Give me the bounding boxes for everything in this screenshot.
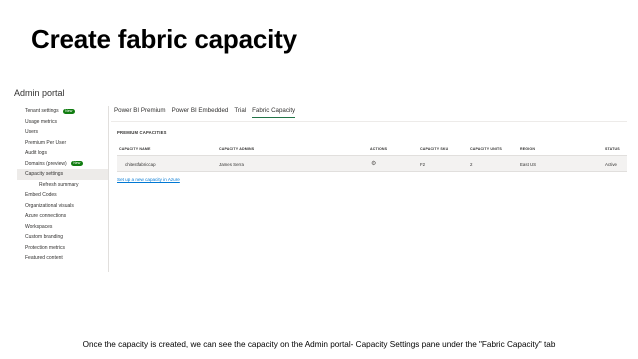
sidebar-item-label: Custom branding	[25, 234, 64, 241]
portal-title: Admin portal	[14, 88, 65, 98]
column-header-capacity-admins[interactable]: CAPACITY ADMINS	[219, 147, 254, 151]
sidebar-item-label: Protection metrics	[25, 244, 66, 251]
sidebar-item-azure-connections[interactable]: Azure connections	[17, 211, 108, 222]
sidebar-item-label: Refresh summary	[39, 181, 79, 188]
column-header-capacity-name[interactable]: CAPACITY NAME	[119, 147, 151, 151]
sidebar-item-label: Domains (preview)	[25, 160, 67, 167]
column-header-actions: ACTIONS	[370, 147, 388, 151]
capacity-units-cell: 2	[470, 162, 473, 167]
slide-caption: Once the capacity is created, we can see…	[82, 340, 556, 349]
sidebar-item-label: Premium Per User	[25, 139, 67, 146]
sidebar-item-label: Usage metrics	[25, 118, 57, 125]
column-header-capacity-units[interactable]: CAPACITY UNITS	[470, 147, 502, 151]
admin-portal-screenshot: Admin portal Tenant settings New Usage me…	[7, 82, 635, 272]
tab-power-bi-embedded[interactable]: Power BI Embedded	[169, 106, 232, 120]
new-badge: New	[70, 161, 83, 167]
sidebar-item-label: Audit logs	[25, 150, 47, 157]
capacity-sku-cell: F2	[420, 162, 426, 167]
setup-new-capacity-link[interactable]: Set up a new capacity in Azure	[117, 177, 180, 182]
column-header-capacity-sku[interactable]: CAPACITY SKU	[420, 147, 448, 151]
sidebar-item-label: Featured content	[25, 255, 63, 262]
sidebar-item-capacity-settings[interactable]: Capacity settings	[17, 169, 108, 180]
sidebar-item-label: Capacity settings	[25, 171, 64, 178]
table-header: CAPACITY NAME CAPACITY ADMINS ACTIONS CA…	[117, 144, 627, 154]
sidebar-item-label: Tenant settings	[25, 108, 59, 115]
sidebar-item-featured-content[interactable]: Featured content	[17, 253, 108, 264]
tab-power-bi-premium[interactable]: Power BI Premium	[111, 106, 169, 120]
sidebar-item-domains[interactable]: Domains (preview) New	[17, 159, 108, 170]
sidebar-item-refresh-summary[interactable]: Refresh summary	[17, 180, 108, 191]
capacity-name-cell[interactable]: chitestfabriccap	[125, 162, 156, 167]
tab-trial[interactable]: Trial	[231, 106, 249, 120]
sidebar-item-label: Azure connections	[25, 213, 67, 220]
sidebar-item-organizational-visuals[interactable]: Organizational visuals	[17, 201, 108, 212]
column-header-status[interactable]: STATUS	[605, 147, 620, 151]
sidebar-item-premium-per-user[interactable]: Premium Per User	[17, 138, 108, 149]
tabs-divider	[111, 121, 627, 122]
status-cell: Active	[605, 162, 617, 167]
capacity-admins-cell: James Serra	[219, 162, 244, 167]
sidebar-item-audit-logs[interactable]: Audit logs	[17, 148, 108, 159]
slide-title: Create fabric capacity	[31, 24, 297, 54]
sidebar-item-custom-branding[interactable]: Custom branding	[17, 232, 108, 243]
sidebar-item-users[interactable]: Users	[17, 127, 108, 138]
sidebar-item-label: Workspaces	[25, 223, 53, 230]
section-title: PREMIUM CAPACITIES	[117, 130, 167, 135]
sidebar-item-embed-codes[interactable]: Embed Codes	[17, 190, 108, 201]
sidebar-item-tenant-settings[interactable]: Tenant settings New	[17, 106, 108, 117]
sidebar-item-label: Embed Codes	[25, 192, 57, 199]
gear-icon[interactable]: ⚙	[371, 161, 377, 167]
sidebar-item-workspaces[interactable]: Workspaces	[17, 222, 108, 233]
table-row[interactable]: chitestfabriccap James Serra ⚙ F2 2 East…	[117, 155, 627, 172]
region-cell: East US	[520, 162, 537, 167]
sidebar-item-usage-metrics[interactable]: Usage metrics	[17, 117, 108, 128]
sidebar: Tenant settings New Usage metrics Users P…	[17, 106, 109, 272]
column-header-region[interactable]: REGION	[520, 147, 535, 151]
sidebar-item-protection-metrics[interactable]: Protection metrics	[17, 243, 108, 254]
new-badge: New	[62, 108, 75, 114]
capacity-tabs: Power BI Premium Power BI Embedded Trial…	[111, 106, 298, 120]
sidebar-item-label: Users	[25, 129, 39, 136]
tab-fabric-capacity[interactable]: Fabric Capacity	[249, 106, 298, 120]
sidebar-item-label: Organizational visuals	[25, 202, 74, 209]
